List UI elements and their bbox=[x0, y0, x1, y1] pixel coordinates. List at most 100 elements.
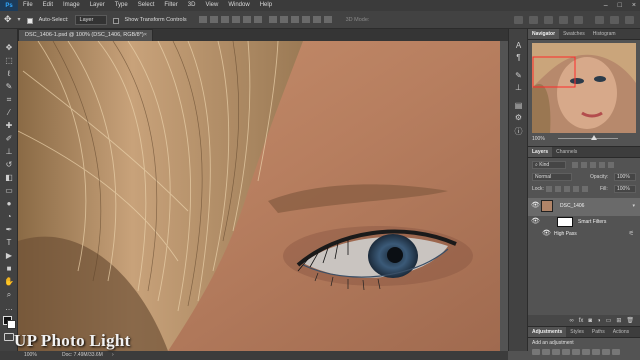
3d-drag-icon[interactable] bbox=[544, 15, 553, 24]
blur-tool-icon[interactable]: ● bbox=[4, 199, 14, 208]
new-adjustment-icon[interactable]: ◑ bbox=[597, 318, 601, 324]
tab-channels[interactable]: Channels bbox=[552, 147, 581, 157]
show-transform-checkbox[interactable] bbox=[112, 17, 119, 24]
lock-image-icon[interactable] bbox=[555, 186, 561, 192]
filter-blending-options-icon[interactable]: ⚟ bbox=[629, 230, 634, 237]
lasso-tool-icon[interactable]: ℓ bbox=[4, 69, 14, 78]
3d-rotate-icon[interactable] bbox=[514, 15, 523, 24]
menu-filter[interactable]: Filter bbox=[159, 0, 182, 11]
menu-file[interactable]: File bbox=[18, 0, 38, 11]
blend-mode-dropdown[interactable]: Normal bbox=[532, 173, 572, 181]
filter-shape-icon[interactable] bbox=[599, 162, 605, 168]
zoom-tool-icon[interactable]: ⌕ bbox=[4, 290, 14, 299]
menu-layer[interactable]: Layer bbox=[85, 0, 110, 11]
smart-filter-mask-thumbnail[interactable] bbox=[557, 217, 573, 227]
navigator-zoom-knob[interactable] bbox=[591, 135, 597, 140]
tab-actions[interactable]: Actions bbox=[609, 327, 633, 337]
close-window-button[interactable]: × bbox=[632, 0, 636, 11]
layer-style-icon[interactable]: fx bbox=[579, 318, 584, 324]
distribute-left-icon[interactable] bbox=[301, 16, 310, 23]
align-top-icon[interactable] bbox=[198, 16, 207, 23]
menu-image[interactable]: Image bbox=[58, 0, 85, 11]
tab-layers[interactable]: Layers bbox=[528, 147, 553, 157]
lock-transparent-icon[interactable] bbox=[546, 186, 552, 192]
history-panel-icon[interactable]: ▤ bbox=[514, 101, 523, 110]
black-white-icon[interactable] bbox=[602, 349, 610, 355]
hue-saturation-icon[interactable] bbox=[582, 349, 590, 355]
status-arrow-icon[interactable]: › bbox=[112, 351, 114, 360]
link-layers-icon[interactable]: ∞ bbox=[569, 318, 573, 324]
crop-tool-icon[interactable]: ⌗ bbox=[4, 95, 14, 104]
navigator-thumbnail[interactable] bbox=[532, 43, 636, 133]
align-bottom-icon[interactable] bbox=[220, 16, 229, 23]
dodge-tool-icon[interactable]: ◔ bbox=[4, 212, 14, 221]
eyedropper-tool-icon[interactable]: ⁄ bbox=[4, 108, 14, 117]
align-right-icon[interactable] bbox=[253, 16, 262, 23]
navigator-zoom-slider[interactable] bbox=[558, 138, 618, 139]
photo-filter-icon[interactable] bbox=[612, 349, 620, 355]
filter-pixel-icon[interactable] bbox=[572, 162, 578, 168]
quick-select-tool-icon[interactable]: ✎ bbox=[4, 82, 14, 91]
pen-tool-icon[interactable]: ✒ bbox=[4, 225, 14, 234]
history-brush-tool-icon[interactable]: ↺ bbox=[4, 160, 14, 169]
lock-all-icon[interactable] bbox=[582, 186, 588, 192]
visibility-eye-icon[interactable]: 👁 bbox=[531, 202, 540, 209]
lock-artboard-icon[interactable] bbox=[573, 186, 579, 192]
document-canvas[interactable] bbox=[18, 41, 500, 351]
new-layer-icon[interactable]: ⊞ bbox=[616, 317, 621, 324]
brush-presets-icon[interactable]: ✎ bbox=[514, 71, 523, 80]
close-document-icon[interactable]: × bbox=[144, 30, 147, 41]
edit-toolbar-icon[interactable]: … bbox=[4, 303, 14, 312]
curves-icon[interactable] bbox=[552, 349, 560, 355]
layer-options-icon[interactable]: ▾ bbox=[632, 203, 635, 209]
hand-tool-icon[interactable]: ✋ bbox=[4, 277, 14, 286]
tool-preset-dropdown[interactable]: ▾ bbox=[18, 16, 21, 23]
fill-input[interactable]: 100% bbox=[614, 185, 636, 193]
align-middle-icon[interactable] bbox=[209, 16, 218, 23]
visibility-eye-icon[interactable]: 👁 bbox=[531, 218, 540, 225]
path-selection-tool-icon[interactable]: ▶ bbox=[4, 251, 14, 260]
smart-filters-row[interactable]: 👁 Smart Filters bbox=[528, 216, 640, 228]
distribute-center-icon[interactable] bbox=[312, 16, 321, 23]
visibility-eye-icon[interactable]: 👁 bbox=[542, 230, 551, 237]
3d-roll-icon[interactable] bbox=[529, 15, 538, 24]
layer-row-dsc[interactable]: 👁 DSC_1406 ▾ bbox=[528, 198, 640, 216]
navigator-zoom-value[interactable]: 100% bbox=[532, 136, 545, 142]
exposure-icon[interactable] bbox=[562, 349, 570, 355]
rectangle-tool-icon[interactable]: ■ bbox=[4, 264, 14, 273]
auto-select-target-dropdown[interactable]: Layer bbox=[74, 14, 107, 25]
marquee-tool-icon[interactable]: ⬚ bbox=[4, 56, 14, 65]
menu-type[interactable]: Type bbox=[110, 0, 133, 11]
search-icon[interactable] bbox=[595, 15, 604, 24]
3d-slide-icon[interactable] bbox=[559, 15, 568, 24]
eraser-tool-icon[interactable]: ◧ bbox=[4, 173, 14, 182]
tab-histogram[interactable]: Histogram bbox=[589, 29, 620, 39]
minimize-button[interactable]: – bbox=[604, 0, 608, 11]
distribute-top-icon[interactable] bbox=[268, 16, 277, 23]
menu-view[interactable]: View bbox=[200, 0, 223, 11]
background-color-swatch[interactable] bbox=[7, 320, 16, 329]
tab-paths[interactable]: Paths bbox=[588, 327, 609, 337]
character-panel-icon[interactable]: A bbox=[514, 41, 523, 50]
auto-select-checkbox[interactable] bbox=[26, 17, 33, 24]
3d-scale-icon[interactable] bbox=[574, 15, 583, 24]
menu-3d[interactable]: 3D bbox=[183, 0, 201, 11]
align-center-icon[interactable] bbox=[242, 16, 251, 23]
filter-smartobject-icon[interactable] bbox=[608, 162, 614, 168]
filter-type-icon[interactable] bbox=[590, 162, 596, 168]
menu-select[interactable]: Select bbox=[133, 0, 160, 11]
color-balance-icon[interactable] bbox=[592, 349, 600, 355]
maximize-button[interactable]: □ bbox=[618, 0, 622, 11]
new-group-icon[interactable]: ▭ bbox=[606, 317, 612, 324]
filter-adjustment-icon[interactable] bbox=[581, 162, 587, 168]
clone-source-icon[interactable]: ⊥ bbox=[514, 83, 523, 92]
move-tool-icon[interactable]: ✥ bbox=[4, 14, 12, 25]
levels-icon[interactable] bbox=[542, 349, 550, 355]
high-pass-row[interactable]: 👁 High Pass ⚟ bbox=[528, 228, 640, 239]
info-panel-icon[interactable]: ⓘ bbox=[514, 127, 523, 136]
quick-mask-icon[interactable] bbox=[4, 333, 14, 341]
brightness-contrast-icon[interactable] bbox=[532, 349, 540, 355]
type-tool-icon[interactable]: T bbox=[4, 238, 14, 247]
move-tool-icon[interactable]: ✥ bbox=[4, 43, 14, 52]
vibrance-icon[interactable] bbox=[572, 349, 580, 355]
